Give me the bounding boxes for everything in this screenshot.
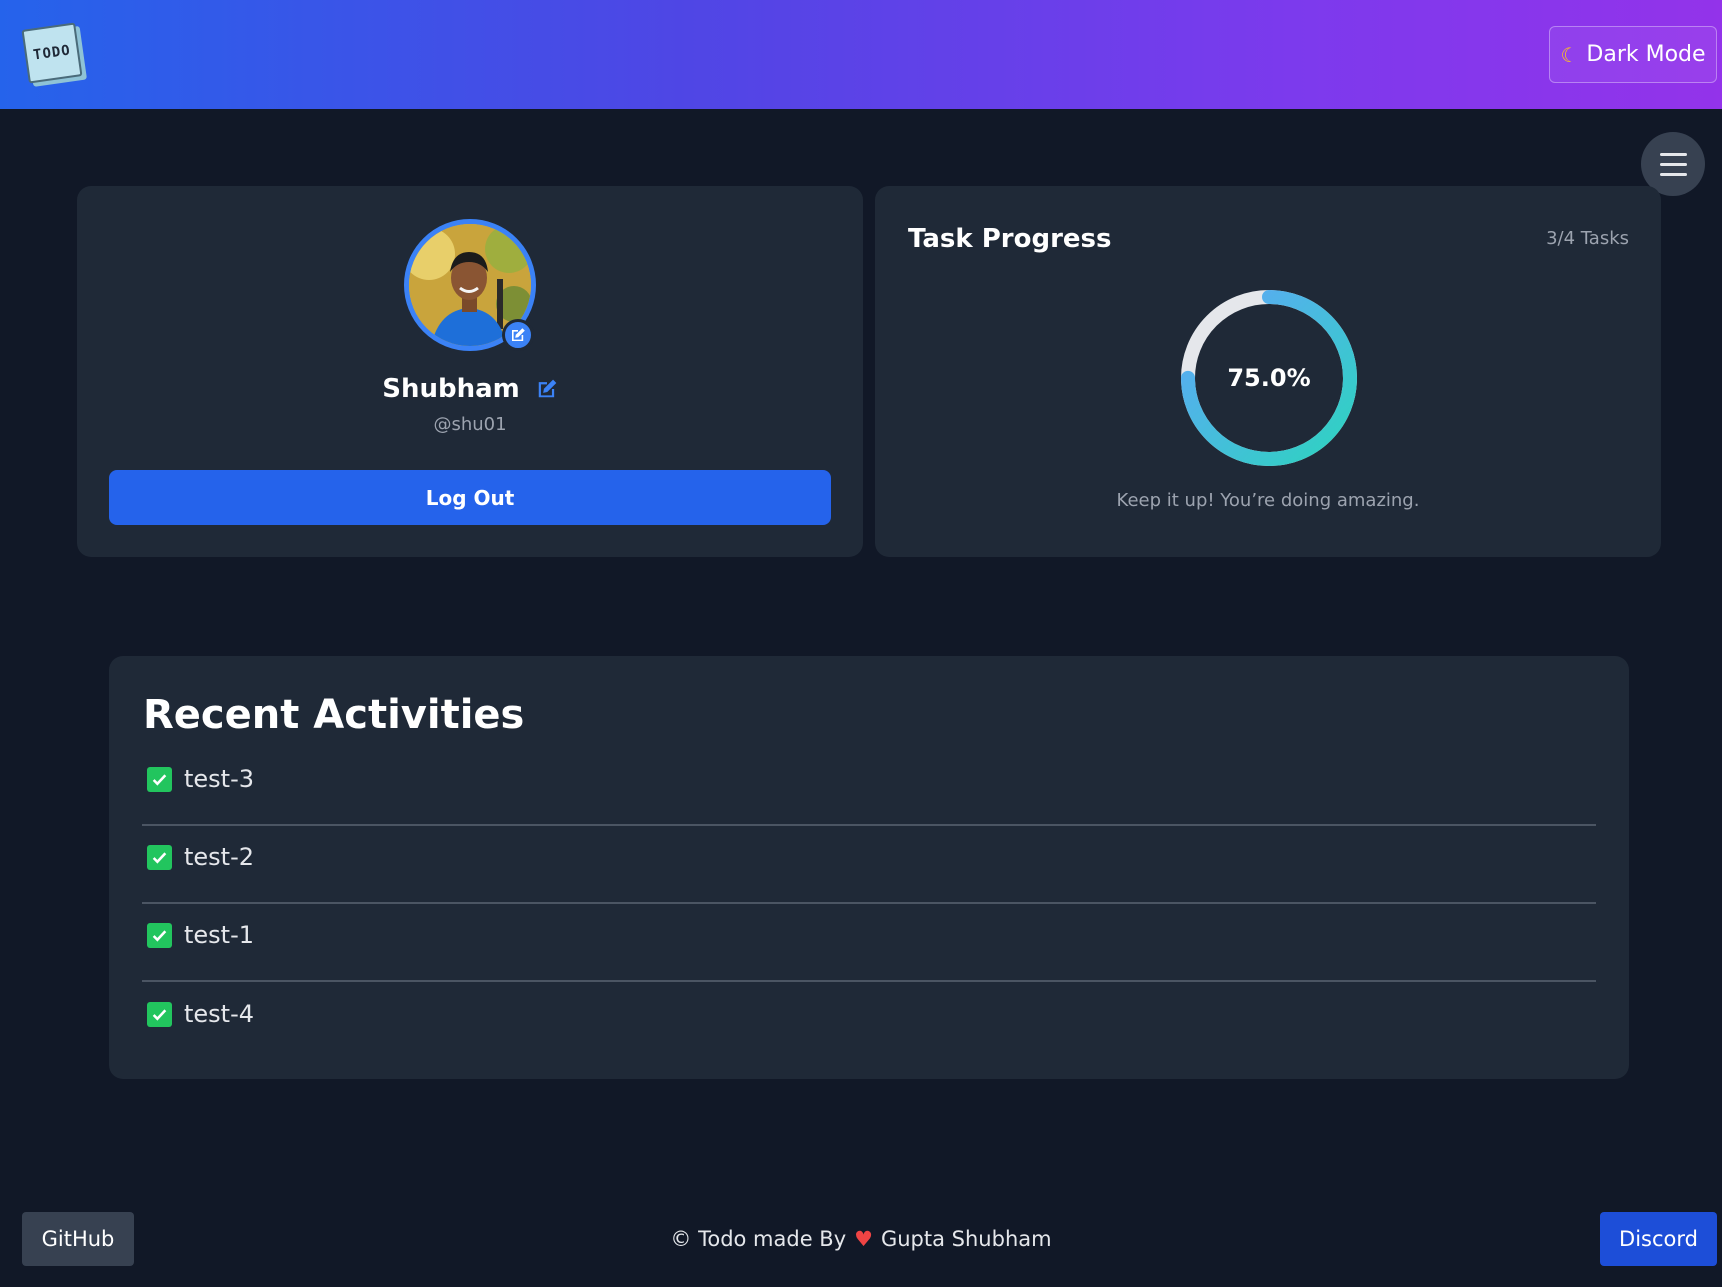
logo-text: TODO — [32, 42, 72, 64]
avatar-edit-button[interactable] — [502, 319, 534, 351]
list-item[interactable]: test-3 — [142, 748, 1596, 826]
edit-icon — [538, 379, 557, 398]
progress-count: 3/4 Tasks — [1546, 228, 1629, 249]
profile-name: Shubham — [382, 374, 520, 404]
profile-handle: @shu01 — [433, 414, 507, 435]
checkbox-checked-icon[interactable] — [147, 1001, 172, 1027]
progress-message: Keep it up! You’re doing amazing. — [1116, 490, 1420, 511]
profile-card: Shubham @shu01 Log Out — [77, 186, 863, 557]
hamburger-icon — [1659, 152, 1687, 156]
task-progress-card: Task Progress 3/4 Tasks 75.0% Keep it up… — [875, 186, 1661, 557]
checkbox-checked-icon[interactable] — [147, 922, 172, 948]
top-navbar: TODO ☾ Dark Mode — [0, 0, 1722, 109]
profile-name-row: Shubham — [77, 374, 863, 404]
footer-credit-prefix: © Todo made By — [670, 1227, 847, 1251]
activity-label: test-1 — [184, 921, 255, 949]
footer-credit: © Todo made By ♥ Gupta Shubham — [0, 1212, 1722, 1266]
activity-label: test-2 — [184, 843, 255, 871]
activity-label: test-3 — [184, 765, 255, 793]
activity-list: test-3 test-2 test-1 test-4 — [142, 748, 1596, 1060]
activities-title: Recent Activities — [143, 692, 525, 738]
list-item[interactable]: test-4 — [142, 982, 1596, 1060]
list-item[interactable]: test-2 — [142, 826, 1596, 904]
activity-label: test-4 — [184, 1000, 255, 1028]
name-edit-button[interactable] — [536, 378, 558, 400]
footer-credit-name: Gupta Shubham — [880, 1227, 1052, 1251]
github-button[interactable]: GitHub — [22, 1212, 134, 1266]
checkbox-checked-icon[interactable] — [147, 766, 172, 792]
recent-activities-card: Recent Activities test-3 test-2 test-1 t… — [109, 656, 1629, 1079]
checkbox-checked-icon[interactable] — [147, 844, 172, 870]
progress-title: Task Progress — [908, 224, 1112, 254]
list-item[interactable]: test-1 — [142, 904, 1596, 982]
heart-icon: ♥ — [854, 1227, 873, 1251]
avatar-container — [404, 219, 536, 351]
moon-icon: ☾ — [1560, 42, 1579, 67]
progress-donut: 75.0% — [1179, 288, 1359, 468]
dark-mode-label: Dark Mode — [1586, 42, 1706, 67]
todo-logo[interactable]: TODO — [21, 22, 83, 84]
dark-mode-button[interactable]: ☾ Dark Mode — [1549, 26, 1717, 83]
logout-button[interactable]: Log Out — [109, 470, 831, 525]
progress-percent: 75.0% — [1227, 364, 1311, 392]
discord-button[interactable]: Discord — [1600, 1212, 1717, 1266]
edit-icon — [512, 328, 525, 341]
